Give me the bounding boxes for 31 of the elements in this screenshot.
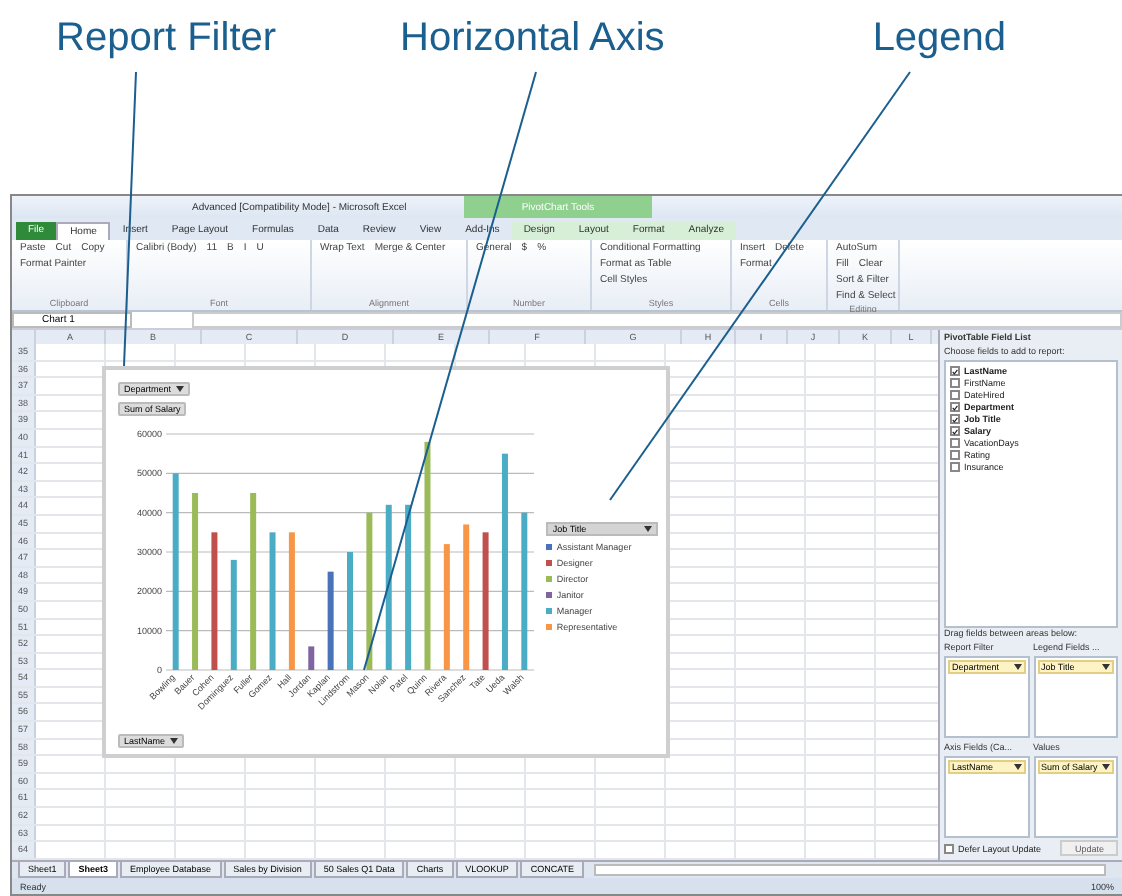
dropdown-arrow-icon xyxy=(1102,664,1110,670)
pivot-chart[interactable] xyxy=(102,366,670,758)
dropdown-arrow-icon xyxy=(644,526,652,532)
checkbox[interactable] xyxy=(950,366,960,376)
callout-label: Horizontal Axis xyxy=(400,16,665,64)
checkbox[interactable] xyxy=(944,843,954,853)
bar xyxy=(269,532,276,670)
bar xyxy=(443,544,450,670)
checkbox[interactable] xyxy=(950,414,960,424)
bar xyxy=(211,532,218,670)
checkbox[interactable] xyxy=(950,402,960,412)
callout-label: Legend xyxy=(872,16,1007,64)
callout-label: Report Filter xyxy=(56,16,277,64)
dropdown-arrow-icon xyxy=(169,738,178,744)
bar xyxy=(288,532,295,670)
checkbox[interactable] xyxy=(950,390,960,400)
bar xyxy=(482,532,489,670)
checkbox[interactable] xyxy=(950,450,960,460)
dropdown-arrow-icon xyxy=(1102,764,1110,770)
horizontal-scrollbar[interactable] xyxy=(594,864,1106,876)
bar xyxy=(327,571,334,670)
bar xyxy=(347,552,353,670)
dropdown-arrow-icon xyxy=(1013,764,1021,770)
checkbox[interactable] xyxy=(950,438,960,448)
checkbox[interactable] xyxy=(950,378,960,388)
checkbox[interactable] xyxy=(950,462,960,472)
checkbox[interactable] xyxy=(950,426,960,436)
dropdown-arrow-icon xyxy=(1013,664,1021,670)
bar xyxy=(308,646,315,670)
dropdown-arrow-icon xyxy=(175,386,184,392)
bar xyxy=(230,559,237,670)
